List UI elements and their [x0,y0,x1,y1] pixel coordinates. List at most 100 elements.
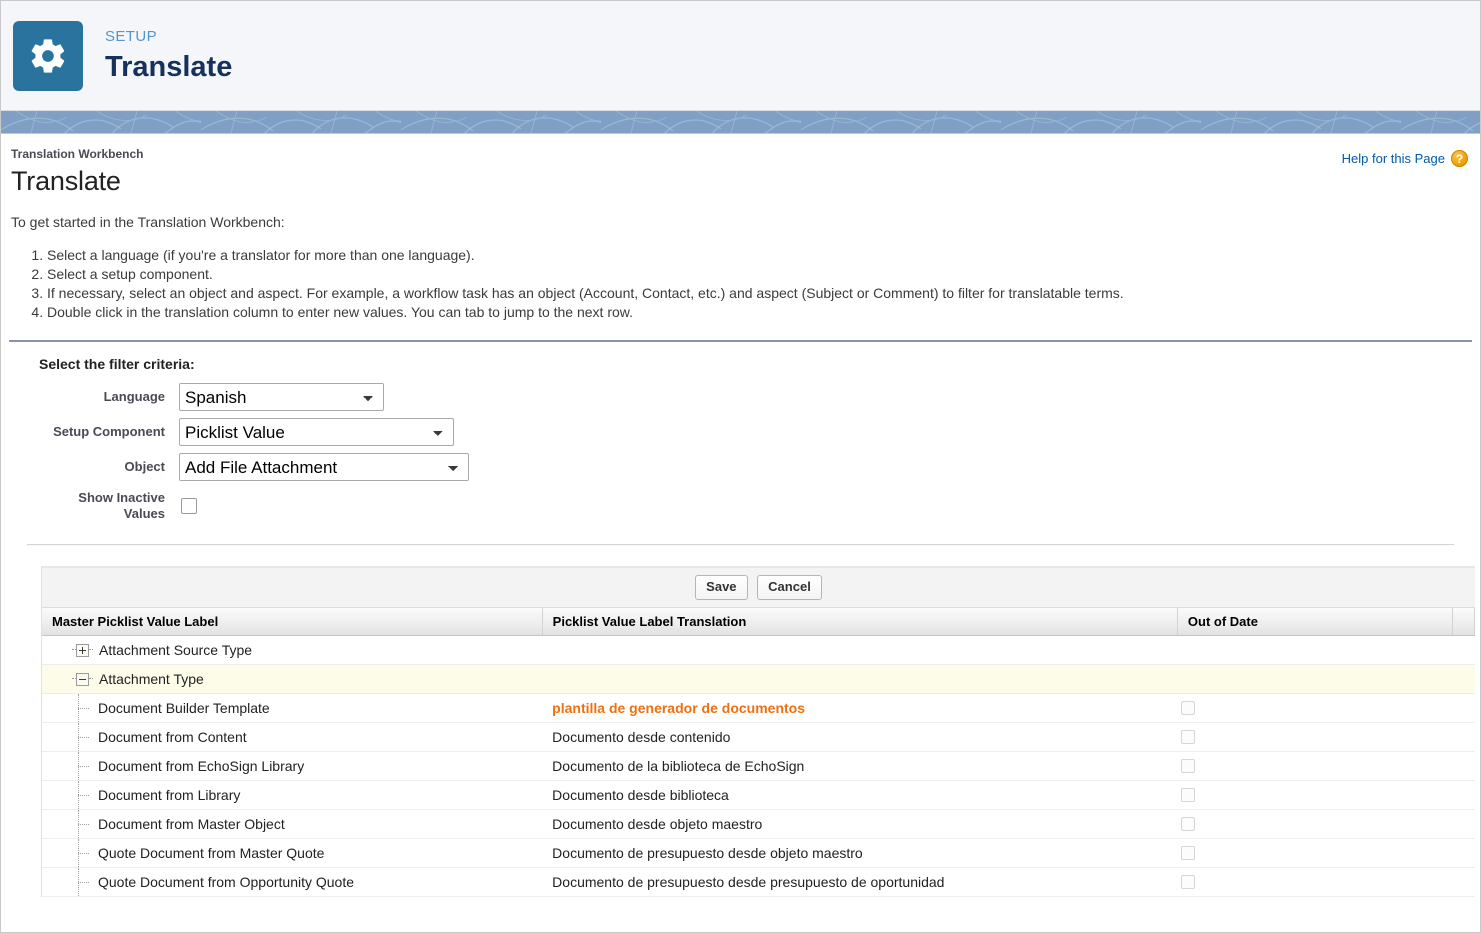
setup-eyebrow: SETUP [105,28,158,45]
translation-value[interactable]: Documento de la biblioteca de EchoSign [542,752,1177,780]
tree-leaf: Document from EchoSign Library [42,752,542,780]
master-label: Document from Library [98,787,241,803]
filter-row-show-inactive: Show Inactive Values [39,490,1480,522]
column-header-spacer [1452,608,1476,636]
show-inactive-values-checkbox[interactable] [181,498,197,514]
group-cell-master[interactable]: Attachment Source Type [42,635,543,665]
table-row[interactable]: Attachment Source Type [42,635,1475,665]
page-content: Translation Workbench Translate Help for… [1,134,1480,897]
leaf-cell-translation[interactable]: Documento desde biblioteca [542,780,1178,810]
table-header-row: Master Picklist Value Label Picklist Val… [42,608,1476,636]
group-cell-master[interactable]: Attachment Type [42,664,543,694]
leaf-cell-master: Document from Library [42,780,543,810]
page-title: Translate [11,166,121,196]
language-select[interactable]: Spanish [179,383,384,411]
translation-value[interactable]: Documento desde biblioteca [542,781,1177,809]
setup-title: Translate [105,51,233,83]
object-select[interactable]: Add File Attachment [179,453,469,481]
table-head: Master Picklist Value Label Picklist Val… [42,608,1476,636]
leaf-cell-spacer [1452,751,1475,781]
leaf-cell-translation[interactable]: plantilla de generador de documentos [542,693,1178,723]
column-header-master[interactable]: Master Picklist Value Label [42,608,543,636]
group-label: Attachment Source Type [99,642,253,658]
translation-value[interactable]: Documento de presupuesto desde objeto ma… [542,839,1177,867]
expand-plus-icon[interactable] [76,643,89,657]
group-cell-translation [542,635,1178,665]
leaf-cell-translation[interactable]: Documento desde objeto maestro [542,809,1178,839]
leaf-cell-translation[interactable]: Documento de presupuesto desde objeto ma… [542,838,1178,868]
leaf-cell-spacer [1452,867,1475,897]
filter-heading: Select the filter criteria: [39,356,195,372]
table-action-bar: Save Cancel [42,567,1475,608]
master-label: Document from Master Object [98,816,285,832]
group-cell-out-of-date [1177,664,1453,694]
leaf-cell-out-of-date [1177,838,1453,868]
out-of-date-checkbox [1181,875,1196,889]
leaf-cell-out-of-date [1177,809,1453,839]
table-row[interactable]: Quote Document from Master Quote Documen… [42,838,1475,868]
tree-leaf: Document Builder Template [42,694,542,722]
filter-divider [27,544,1454,546]
tree-node[interactable]: Attachment Source Type [42,636,542,664]
tree-branch-icon [72,781,98,809]
leaf-cell-translation[interactable]: Documento desde contenido [542,722,1178,752]
column-header-out-of-date[interactable]: Out of Date [1177,608,1453,636]
tree-connector-right [89,678,93,680]
help-link-label[interactable]: Help for this Page [1342,151,1445,166]
table-row[interactable]: Quote Document from Opportunity Quote Do… [42,867,1475,897]
table-row[interactable]: Attachment Type [42,664,1475,694]
leaf-cell-spacer [1452,838,1475,868]
out-of-date-checkbox [1181,788,1196,802]
table-row[interactable]: Document from EchoSign Library Documento… [42,751,1475,781]
setup-component-select[interactable]: Picklist Value [179,418,454,446]
leaf-cell-out-of-date [1177,780,1453,810]
intro-step: If necessary, select an object and aspec… [47,284,1480,303]
out-of-date-checkbox [1181,846,1196,860]
translation-value[interactable]: Documento de presupuesto desde presupues… [542,868,1177,896]
collapse-minus-icon[interactable] [76,672,89,686]
out-of-date-checkbox [1181,817,1196,831]
master-label: Quote Document from Opportunity Quote [98,874,355,890]
tree-leaf: Quote Document from Opportunity Quote [42,868,542,896]
cancel-button[interactable]: Cancel [757,575,822,600]
group-cell-translation [542,664,1178,694]
table-row[interactable]: Document from Library Documento desde bi… [42,780,1475,810]
out-of-date-checkbox [1181,730,1196,744]
table-row[interactable]: Document from Master Object Documento de… [42,809,1475,839]
filter-row-language: Language Spanish [39,383,1480,411]
leaf-cell-translation[interactable]: Documento de presupuesto desde presupues… [542,867,1178,897]
master-label: Document Builder Template [98,700,270,716]
leaf-cell-spacer [1452,693,1475,723]
leaf-cell-out-of-date [1177,751,1453,781]
table-row[interactable]: Document from Content Documento desde co… [42,722,1475,752]
translation-table: Master Picklist Value Label Picklist Val… [42,608,1476,897]
table-row[interactable]: Document Builder Template plantilla de g… [42,693,1475,723]
setup-header: SETUP Translate [1,1,1480,111]
master-label: Document from EchoSign Library [98,758,305,774]
intro-heading: To get started in the Translation Workbe… [11,214,285,230]
question-mark-icon[interactable]: ? [1451,150,1468,167]
show-inactive-label-line1: Show Inactive [78,490,165,505]
tree-branch-icon [72,723,98,751]
breadcrumb: Translation Workbench [11,147,144,161]
tree-leaf: Document from Content [42,723,542,751]
leaf-cell-translation[interactable]: Documento de la biblioteca de EchoSign [542,751,1178,781]
leaf-cell-spacer [1452,809,1475,839]
leaf-cell-master: Quote Document from Master Quote [42,838,543,868]
save-button[interactable]: Save [695,575,748,600]
tree-node[interactable]: Attachment Type [42,665,542,693]
translation-value[interactable]: plantilla de generador de documentos [542,694,1177,722]
tree-branch-icon [72,839,98,867]
help-for-this-page[interactable]: Help for this Page ? [1342,150,1468,167]
leaf-cell-master: Document Builder Template [42,693,543,723]
page-title-block: Translation Workbench Translate Help for… [1,134,1480,197]
language-label: Language [103,389,165,404]
leaf-cell-spacer [1452,780,1475,810]
decorative-banner [1,111,1480,134]
column-header-translation[interactable]: Picklist Value Label Translation [542,608,1178,636]
intro-step-list: Select a language (if you're a translato… [1,246,1480,322]
translation-value[interactable]: Documento desde objeto maestro [542,810,1177,838]
translation-value[interactable]: Documento desde contenido [542,723,1177,751]
tree-branch-icon [72,868,98,896]
intro-step: Select a setup component. [47,265,1480,284]
